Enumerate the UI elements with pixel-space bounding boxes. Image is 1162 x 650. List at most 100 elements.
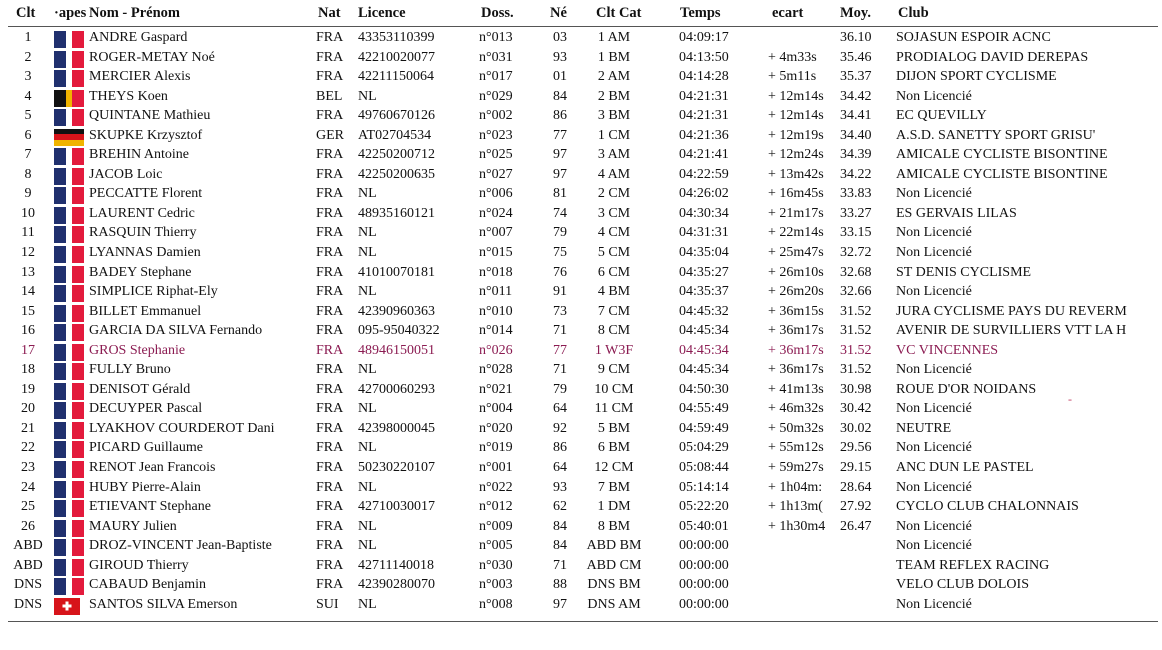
flag-icon xyxy=(54,382,84,400)
licence-cell: 43353110399 xyxy=(358,30,435,45)
club-cell: JURA CYCLISME PAYS DU REVERM xyxy=(896,303,1127,319)
club-cell: Non Licencié xyxy=(896,518,972,534)
name-cell: SANTOS SILVA Emerson xyxy=(89,596,238,612)
nationality-cell: GER xyxy=(316,127,344,143)
name-cell: DECUYPER Pascal xyxy=(89,401,203,417)
gap-cell: + 12m14s xyxy=(768,88,824,104)
flag-icon xyxy=(54,343,84,361)
birth-year-cell: 93 xyxy=(553,479,567,495)
table-row: ABD DROZ-VINCENT Jean-Baptiste FRA NL n°005 8… xyxy=(0,537,1162,557)
header-licence: Licence xyxy=(358,5,406,21)
table-row: 26 MAURY Julien FRA NL n°009 84 8 BM 05:40:01 + … xyxy=(0,518,1162,538)
nationality-cell: FRA xyxy=(316,186,344,202)
nationality-cell: BEL xyxy=(316,88,343,104)
name-cell: DENISOT Gérald xyxy=(89,381,191,397)
time-cell: 04:21:31 xyxy=(679,88,729,104)
speed-cell: 32.68 xyxy=(840,264,872,280)
licence-cell: 42710030017 xyxy=(358,499,435,515)
name-cell: LYANNAS Damien xyxy=(89,245,201,261)
club-cell: ST DENIS CYCLISME xyxy=(896,264,1032,280)
gap-cell: + 46m32s xyxy=(768,401,824,417)
table-row: 15 BILLET Emmanuel FRA 42390960363 n°010 73 7 … xyxy=(0,303,1162,323)
club-cell: Non Licencié xyxy=(896,284,972,300)
speed-cell: 35.37 xyxy=(840,69,872,85)
name-cell: BREHIN Antoine xyxy=(89,147,189,163)
time-cell: 05:14:14 xyxy=(679,479,729,495)
results-table: 1 ANDRE Gaspard FRA 43353110399 n°013 03 1 AM 0… xyxy=(0,29,1162,615)
speed-cell: 34.39 xyxy=(840,147,872,163)
nationality-cell: FRA xyxy=(316,225,344,241)
birth-year-cell: 91 xyxy=(553,284,567,300)
table-row: 23 RENOT Jean Francois FRA 50230220107 n°001… xyxy=(0,459,1162,479)
category-rank-cell: 2 BM xyxy=(597,88,631,104)
rank-cell: DNS xyxy=(13,577,42,593)
header-doss: Doss. xyxy=(481,5,514,21)
gap-cell: + 21m17s xyxy=(768,205,824,221)
header-etapes: ·apes xyxy=(54,5,87,21)
bib-cell: n°028 xyxy=(479,362,513,378)
time-cell: 04:45:34 xyxy=(679,342,729,358)
speed-cell: 34.41 xyxy=(840,108,872,124)
category-rank-cell: 4 AM xyxy=(597,166,631,182)
birth-year-cell: 73 xyxy=(553,303,567,319)
bib-cell: n°030 xyxy=(479,557,513,573)
speed-cell: 30.02 xyxy=(840,420,872,436)
rank-cell: 10 xyxy=(21,205,35,221)
nationality-cell: FRA xyxy=(316,264,344,280)
licence-cell: 42711140018 xyxy=(358,557,434,573)
speed-cell: 30.98 xyxy=(840,381,872,397)
club-cell: Non Licencié xyxy=(896,245,972,261)
birth-year-cell: 77 xyxy=(553,127,567,143)
bib-cell: n°007 xyxy=(479,225,513,241)
category-rank-cell: 7 CM xyxy=(597,303,631,319)
club-cell: SOJASUN ESPOIR ACNC xyxy=(896,30,1051,45)
time-cell: 04:50:30 xyxy=(679,381,729,397)
gap-cell: + 16m45s xyxy=(768,186,824,202)
category-rank-cell: DNS AM xyxy=(587,596,641,612)
birth-year-cell: 86 xyxy=(553,108,567,124)
bib-cell: n°022 xyxy=(479,479,513,495)
flag-icon xyxy=(54,148,84,166)
time-cell: 04:55:49 xyxy=(679,401,729,417)
club-cell: ROUE D'OR NOIDANS xyxy=(896,381,1037,397)
table-row: ABD GIROUD Thierry FRA 42711140018 n°030 71 AB… xyxy=(0,557,1162,577)
time-cell: 05:04:29 xyxy=(679,440,729,456)
club-cell: ES GERVAIS LILAS xyxy=(896,205,1017,221)
time-cell: 05:40:01 xyxy=(679,518,729,534)
category-rank-cell: 5 CM xyxy=(597,245,631,261)
birth-year-cell: 64 xyxy=(553,401,567,417)
licence-cell: 50230220107 xyxy=(358,460,435,476)
birth-year-cell: 84 xyxy=(553,518,567,534)
bib-cell: n°001 xyxy=(479,460,513,476)
licence-cell: NL xyxy=(358,518,377,534)
birth-year-cell: 62 xyxy=(553,499,567,515)
bib-cell: n°014 xyxy=(479,323,513,339)
birth-year-cell: 71 xyxy=(553,557,567,573)
category-rank-cell: 3 CM xyxy=(597,205,631,221)
table-row: 24 HUBY Pierre-Alain FRA NL n°022 93 7 BM 05:14… xyxy=(0,479,1162,499)
flag-icon xyxy=(54,246,84,264)
nationality-cell: FRA xyxy=(316,69,344,85)
nationality-cell: FRA xyxy=(316,401,344,417)
flag-icon xyxy=(54,128,84,146)
table-row: 1 ANDRE Gaspard FRA 43353110399 n°013 03 1 AM 0… xyxy=(0,29,1162,49)
rank-cell: DNS xyxy=(13,596,42,612)
table-row: 16 GARCIA DA SILVA Fernando FRA 095-9504032… xyxy=(0,322,1162,342)
table-row: 4 THEYS Koen BEL NL n°029 84 2 BM 04:21:31 + 12m… xyxy=(0,88,1162,108)
speed-cell: 33.83 xyxy=(840,186,872,202)
header-cltcat: Clt Cat xyxy=(596,5,642,21)
bib-cell: n°011 xyxy=(479,284,513,300)
flag-icon xyxy=(54,402,84,420)
category-rank-cell: 6 BM xyxy=(597,440,631,456)
rank-cell: 18 xyxy=(21,362,35,378)
bib-cell: n°017 xyxy=(479,69,513,85)
gap-cell: + 36m17s xyxy=(768,323,824,339)
bib-cell: n°009 xyxy=(479,518,513,534)
bib-cell: n°026 xyxy=(479,342,513,358)
gap-cell: + 41m13s xyxy=(768,381,824,397)
licence-cell: NL xyxy=(358,284,377,300)
rank-cell: 19 xyxy=(21,381,35,397)
category-rank-cell: 9 CM xyxy=(597,362,631,378)
table-row: 9 PECCATTE Florent FRA NL n°006 81 2 CM 04:26:0… xyxy=(0,185,1162,205)
gap-cell: + 36m17s xyxy=(768,362,824,378)
